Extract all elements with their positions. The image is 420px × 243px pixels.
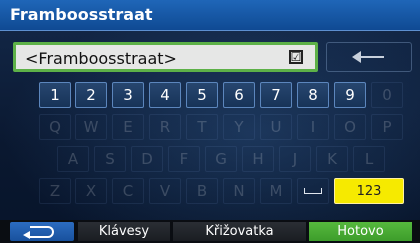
done-button[interactable]: Hotovo	[309, 222, 412, 241]
title-bar: Framboosstraat	[0, 0, 420, 31]
key-c: C	[112, 178, 144, 204]
keys-button[interactable]: Klávesy	[78, 222, 170, 241]
junction-button[interactable]: Křižovatka	[173, 222, 306, 241]
key-2[interactable]: 2	[75, 82, 107, 108]
key-x: X	[75, 178, 107, 204]
key-g: G	[205, 146, 237, 172]
bottom-toolbar: Klávesy Křižovatka Hotovo	[0, 220, 420, 243]
key-d: D	[131, 146, 163, 172]
numeric-mode-key[interactable]: 123	[334, 178, 404, 204]
key-8[interactable]: 8	[297, 82, 329, 108]
key-f: F	[168, 146, 200, 172]
key-j: J	[279, 146, 311, 172]
key-1[interactable]: 1	[39, 82, 71, 108]
street-input[interactable]: <Framboosstraat> ☑	[13, 42, 318, 72]
app-screen: Framboosstraat <Framboosstraat> ☑ 1 2 3 …	[0, 0, 420, 243]
key-6[interactable]: 6	[223, 82, 255, 108]
key-u: U	[260, 114, 292, 140]
key-r: R	[149, 114, 181, 140]
key-q: Q	[39, 114, 71, 140]
key-m: M	[260, 178, 292, 204]
key-z: Z	[39, 178, 71, 204]
key-b: B	[186, 178, 218, 204]
page-title: Framboosstraat	[10, 5, 153, 24]
key-0: 0	[371, 82, 403, 108]
key-v: V	[149, 178, 181, 204]
key-s: S	[94, 146, 126, 172]
key-w: W	[75, 114, 107, 140]
key-y: Y	[223, 114, 255, 140]
key-n: N	[223, 178, 255, 204]
key-l: L	[353, 146, 385, 172]
key-4[interactable]: 4	[149, 82, 181, 108]
key-e: E	[112, 114, 144, 140]
space-key[interactable]	[297, 178, 329, 204]
key-a: A	[57, 146, 89, 172]
checkbox-icon[interactable]: ☑	[289, 50, 303, 64]
back-arrow-icon	[23, 225, 54, 239]
key-9[interactable]: 9	[334, 82, 366, 108]
key-p: P	[371, 114, 403, 140]
key-7[interactable]: 7	[260, 82, 292, 108]
street-input-text: <Framboosstraat>	[25, 49, 177, 68]
key-k: K	[316, 146, 348, 172]
key-5[interactable]: 5	[186, 82, 218, 108]
back-button[interactable]	[10, 222, 74, 241]
key-i: I	[297, 114, 329, 140]
backspace-button[interactable]	[326, 42, 412, 72]
backspace-arrow-icon	[352, 51, 384, 63]
space-icon	[304, 188, 322, 194]
key-t: T	[186, 114, 218, 140]
key-3[interactable]: 3	[112, 82, 144, 108]
key-o: O	[334, 114, 366, 140]
key-h: H	[242, 146, 274, 172]
